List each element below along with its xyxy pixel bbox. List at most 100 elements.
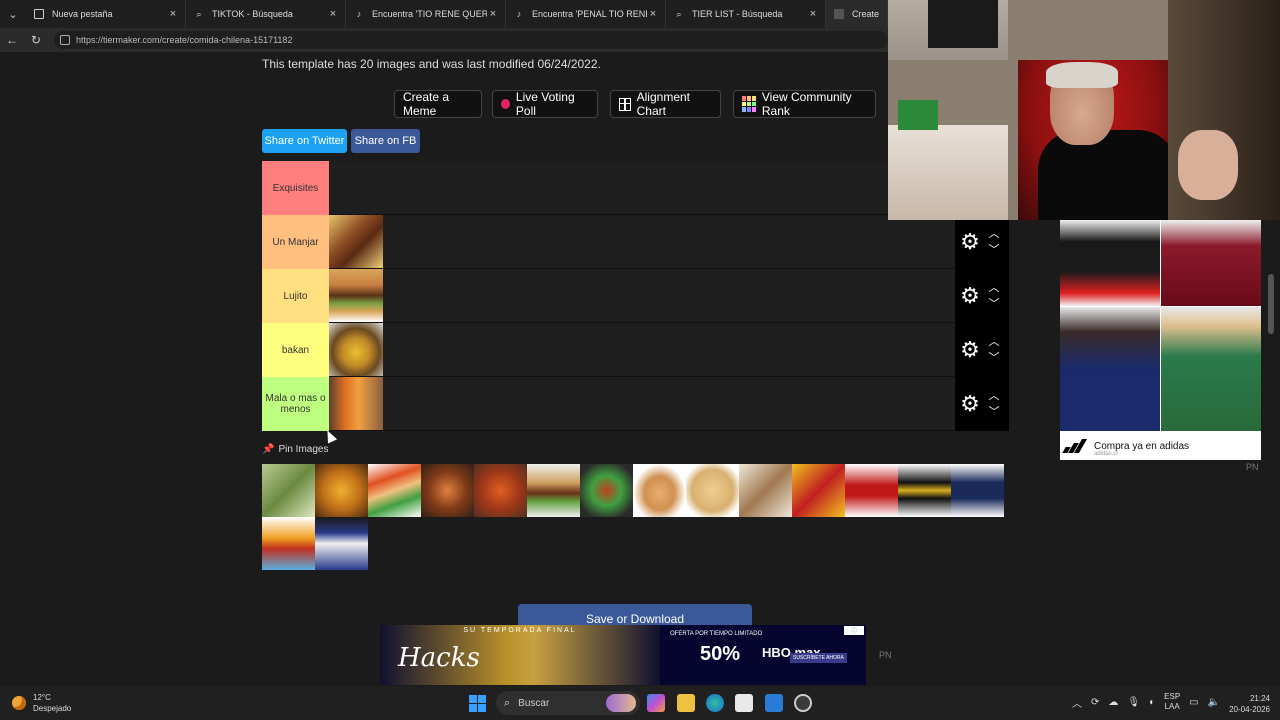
mail-icon[interactable] [765, 694, 783, 712]
chevron-down-icon[interactable]: ﹀ [989, 350, 1000, 366]
view-community-rank-button[interactable]: View Community Rank [733, 90, 876, 118]
tier-items-dropzone[interactable] [329, 215, 1009, 269]
adidas-ad[interactable]: Compra ya en adidas adidas.cl [1060, 220, 1261, 460]
hbo-max-ad[interactable]: SU TEMPORADA FINAL Hacks OFERTA POR TIEM… [380, 625, 866, 685]
url-field[interactable]: https://tiermaker.com/create/comida-chil… [54, 31, 888, 49]
address-bar: ← ↻ https://tiermaker.com/create/comida-… [0, 28, 888, 52]
drink-image[interactable] [329, 377, 383, 430]
network-icon[interactable]: ▭ [1189, 697, 1198, 708]
show-hidden-icons-icon[interactable]: ︿ [1072, 695, 1082, 710]
ad-banner-left: SU TEMPORADA FINAL Hacks [380, 625, 660, 685]
pool-image-pastel-choclo[interactable] [315, 464, 368, 517]
tier-items-dropzone[interactable] [329, 323, 1009, 377]
pool-image-rac-bar[interactable] [845, 464, 898, 517]
pool-image-pebre[interactable] [580, 464, 633, 517]
pool-image-humitas[interactable] [262, 464, 315, 517]
ad-cta[interactable]: SUSCRÍBETE AHORA [790, 653, 847, 663]
pool-image-curanto[interactable] [421, 464, 474, 517]
pool-image-pan-batido[interactable] [633, 464, 686, 517]
tier-controls: ⚙ ︿ ﹀ [955, 215, 1009, 269]
tier-items-dropzone[interactable] [329, 269, 1009, 323]
gear-icon[interactable]: ⚙ [957, 229, 983, 255]
pool-image-chocman[interactable] [951, 464, 1004, 517]
settings-app-icon[interactable] [794, 694, 812, 712]
create-meme-button[interactable]: Create a Meme [394, 90, 482, 118]
reload-icon[interactable]: ↻ [24, 28, 48, 52]
pin-images-toggle[interactable]: 📌 Pin Images [262, 444, 328, 455]
tier-controls: ⚙ ︿ ﹀ [955, 269, 1009, 323]
gear-icon[interactable]: ⚙ [957, 283, 983, 309]
pool-image-snack[interactable] [315, 517, 368, 570]
close-icon[interactable]: × [487, 8, 499, 20]
edge-icon[interactable] [706, 694, 724, 712]
tab-nueva-pestana[interactable]: Nueva pestaña × [26, 0, 186, 28]
tab-encuentra-tio-rene[interactable]: ♪ Encuentra 'TIO RENE QUERI TO FU × [346, 0, 506, 28]
tier-label[interactable]: bakan [262, 323, 329, 377]
ad-tile-green-suit [1161, 307, 1261, 431]
share-fb-button[interactable]: Share on FB [351, 129, 420, 153]
pool-image-chocolate-bar[interactable] [792, 464, 845, 517]
pool-image-sopaipillas[interactable] [739, 464, 792, 517]
tab-list-chevron-icon[interactable]: ⌄ [0, 0, 26, 28]
tier-label[interactable]: Un Manjar [262, 215, 329, 269]
ad-left-top: SU TEMPORADA FINAL [463, 627, 577, 634]
cam-person-body [1038, 130, 1178, 220]
tier-items-dropzone[interactable] [329, 377, 1009, 431]
weather-widget[interactable]: 12°C Despejado [12, 692, 71, 714]
pool-image-hallulla[interactable] [686, 464, 739, 517]
share-twitter-button[interactable]: Share on Twitter [262, 129, 347, 153]
windows-start-icon[interactable] [469, 695, 486, 712]
cloud-icon[interactable]: ☁ [1108, 697, 1118, 708]
steak-fries-image[interactable] [329, 215, 383, 268]
tab-label: Create a Co [852, 9, 881, 19]
cam-tv [928, 0, 998, 48]
language-indicator[interactable]: ESP LAA [1164, 692, 1180, 712]
tab-create-tier[interactable]: Create a Co [826, 0, 888, 28]
sandwich-image[interactable] [329, 269, 383, 322]
share-twitter-label: Share on Twitter [264, 135, 345, 147]
close-icon[interactable]: × [167, 8, 179, 20]
chevron-up-icon[interactable]: ︿ [989, 334, 1000, 350]
tier-label[interactable]: Exquisites [262, 161, 329, 215]
site-info-icon[interactable] [60, 35, 70, 45]
ad-pn-label: PN [1246, 462, 1259, 472]
back-icon[interactable]: ← [0, 28, 24, 52]
color-icon[interactable]: ◐ [1149, 697, 1155, 708]
file-explorer-icon[interactable] [677, 694, 695, 712]
close-icon[interactable]: × [647, 8, 659, 20]
microphone-icon[interactable]: 🎙 [1127, 697, 1140, 708]
pool-image-yogurt[interactable] [262, 517, 315, 570]
page-scrollbar[interactable] [1268, 274, 1274, 334]
copilot-icon[interactable] [647, 694, 665, 712]
volume-icon[interactable]: 🔈 [1208, 697, 1220, 708]
chevron-up-icon[interactable]: ︿ [989, 280, 1000, 296]
tier-label[interactable]: Mala o mas o menos [262, 377, 329, 431]
clock[interactable]: 21:24 20-04-2026 [1226, 693, 1270, 715]
gear-icon[interactable]: ⚙ [957, 337, 983, 363]
tab-tier-list-busqueda[interactable]: ⌕ TIER LIST - Búsqueda × [666, 0, 826, 28]
ad-info-icon[interactable]: ⓘ [844, 626, 864, 635]
chevron-down-icon[interactable]: ﹀ [989, 296, 1000, 312]
chevron-up-icon[interactable]: ︿ [989, 226, 1000, 242]
chevron-up-icon[interactable]: ︿ [989, 388, 1000, 404]
close-icon[interactable]: × [327, 8, 339, 20]
tab-tiktok-busqueda[interactable]: ⌕ TIKTOK - Búsqueda × [186, 0, 346, 28]
alignment-chart-button[interactable]: Alignment Chart [610, 90, 721, 118]
sync-icon[interactable]: ⟳ [1091, 697, 1099, 708]
pool-image-porotos[interactable] [474, 464, 527, 517]
chevron-down-icon[interactable]: ﹀ [989, 404, 1000, 420]
cazuela-image[interactable] [329, 323, 383, 376]
tab-encuentra-penal[interactable]: ♪ Encuentra 'PENAL TIO RENE' en Ti × [506, 0, 666, 28]
tier-label[interactable]: Lujito [262, 269, 329, 323]
pool-image-choripan[interactable] [527, 464, 580, 517]
taskbar-search[interactable]: ⌕ Buscar [496, 691, 640, 715]
pool-image-super8[interactable] [898, 464, 951, 517]
pool-image-completo[interactable] [368, 464, 421, 517]
chevron-down-icon[interactable]: ﹀ [989, 242, 1000, 258]
gear-icon[interactable]: ⚙ [957, 391, 983, 417]
store-icon[interactable] [735, 694, 753, 712]
live-voting-poll-button[interactable]: Live Voting Poll [492, 90, 598, 118]
tier-label-text: bakan [281, 344, 310, 356]
system-tray: ︿ ⟳ ☁ 🎙 ◐ ESP LAA ▭ 🔈 [1072, 692, 1220, 712]
close-icon[interactable]: × [807, 8, 819, 20]
